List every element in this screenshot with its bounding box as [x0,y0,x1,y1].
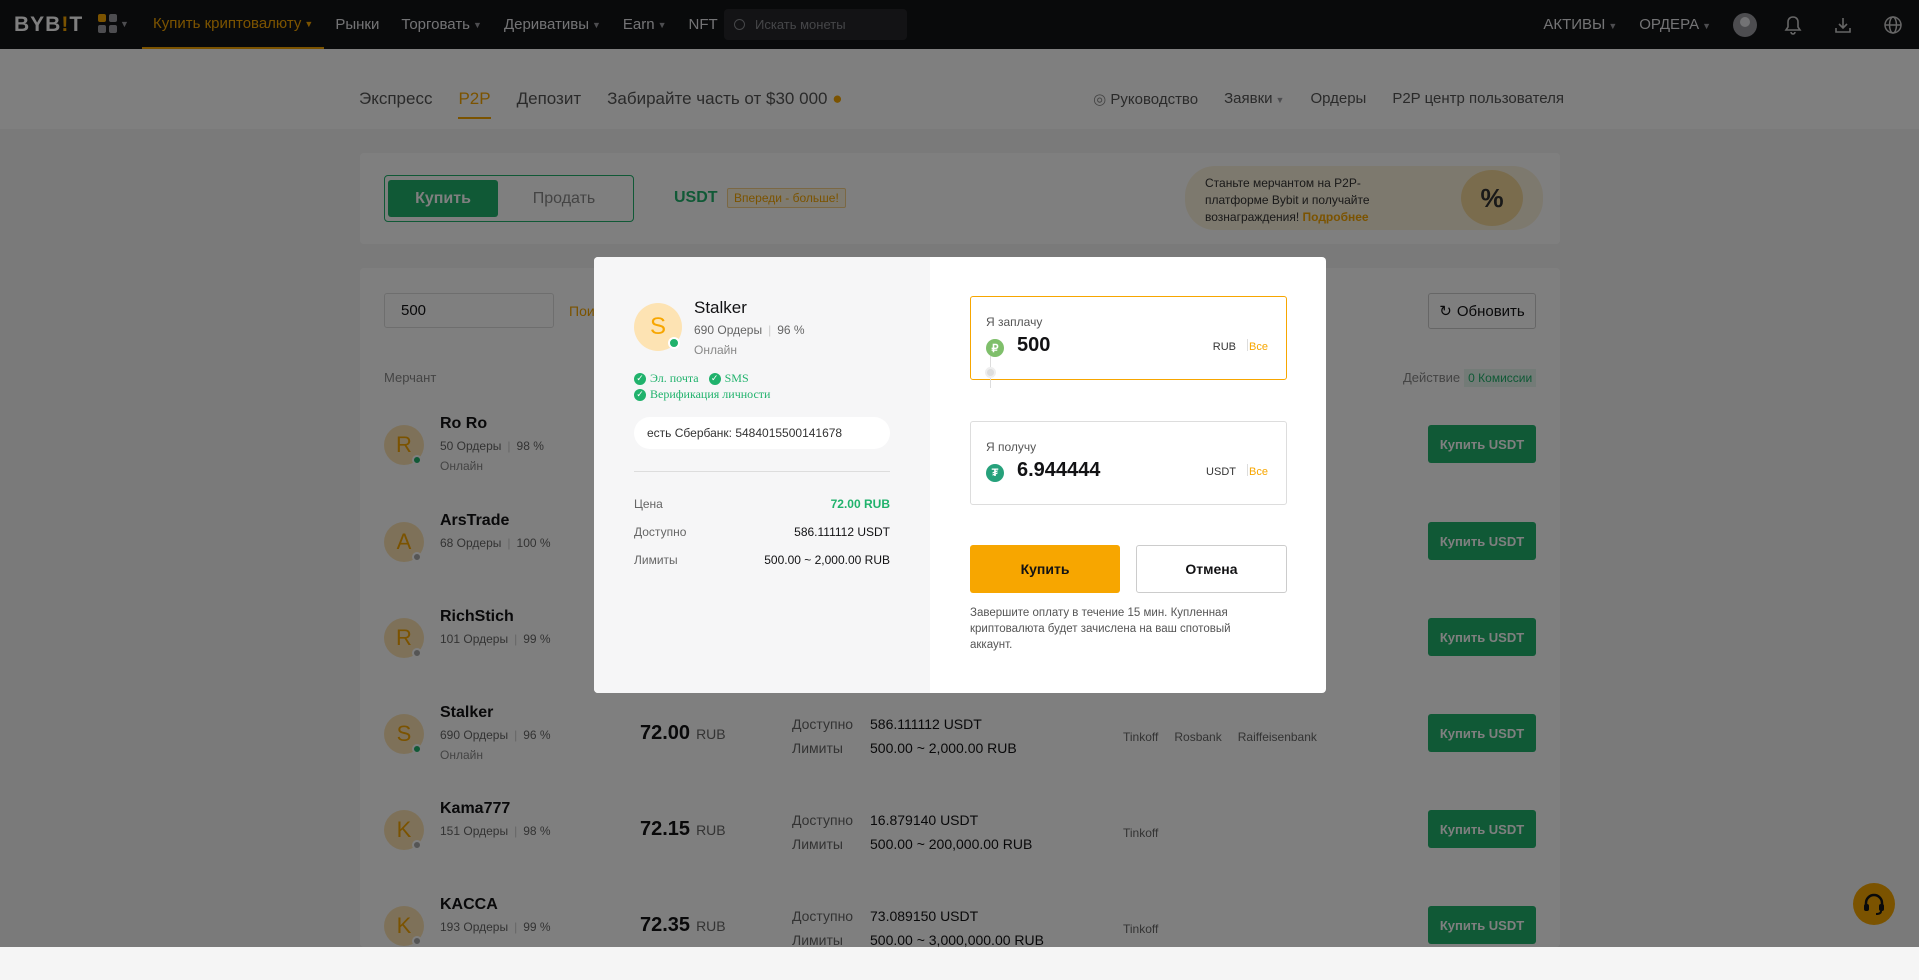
confirm-buy-button[interactable]: Купить [970,545,1120,593]
available-row: Доступно 586.111112 USDT [634,525,890,539]
merchant-info-panel: S Stalker 690 Ордеры | 96 % Онлайн ✓ Эл. по… [594,257,930,693]
check-icon: ✓ [708,372,721,385]
price-row: Цена 72.00 RUB [634,497,890,511]
tether-icon: ₮ [986,464,1004,482]
kyc-badge: ✓ Верификация личности [634,387,770,402]
verification-badges: ✓ Эл. почта ✓ SMS [634,371,749,386]
cancel-button[interactable]: Отмена [1136,545,1287,593]
pay-amount-value[interactable]: 500 [1017,334,1050,357]
merchant-status: Онлайн [694,343,737,357]
limits-row: Лимиты 500.00 ~ 2,000.00 RUB [634,553,890,567]
divider [634,471,890,472]
buy-order-modal: S Stalker 690 Ордеры | 96 % Онлайн ✓ Эл. по… [594,257,1326,693]
merchant-stats: 690 Ордеры|96 % [694,323,805,337]
connector-dot [985,367,996,378]
ruble-icon: ₽ [986,339,1004,357]
merchant-name: Stalker [694,298,747,317]
receive-all-button[interactable]: Все [1249,466,1268,478]
payment-hint: Завершите оплату в течение 15 мин. Купле… [970,607,1231,651]
check-icon: ✓ [634,388,646,401]
check-icon: ✓ [634,372,646,385]
pay-amount-field[interactable]: Я заплачу ₽ 500 RUB Все [970,296,1287,380]
receive-amount-field[interactable]: Я получу ₮ 6.944444 USDT Все [970,421,1287,505]
receive-amount-value[interactable]: 6.944444 [1017,459,1100,482]
pay-all-button[interactable]: Все [1249,341,1268,353]
merchant-note: есть Сбербанк: 5484015500141678 [634,417,890,449]
online-indicator [668,337,680,349]
